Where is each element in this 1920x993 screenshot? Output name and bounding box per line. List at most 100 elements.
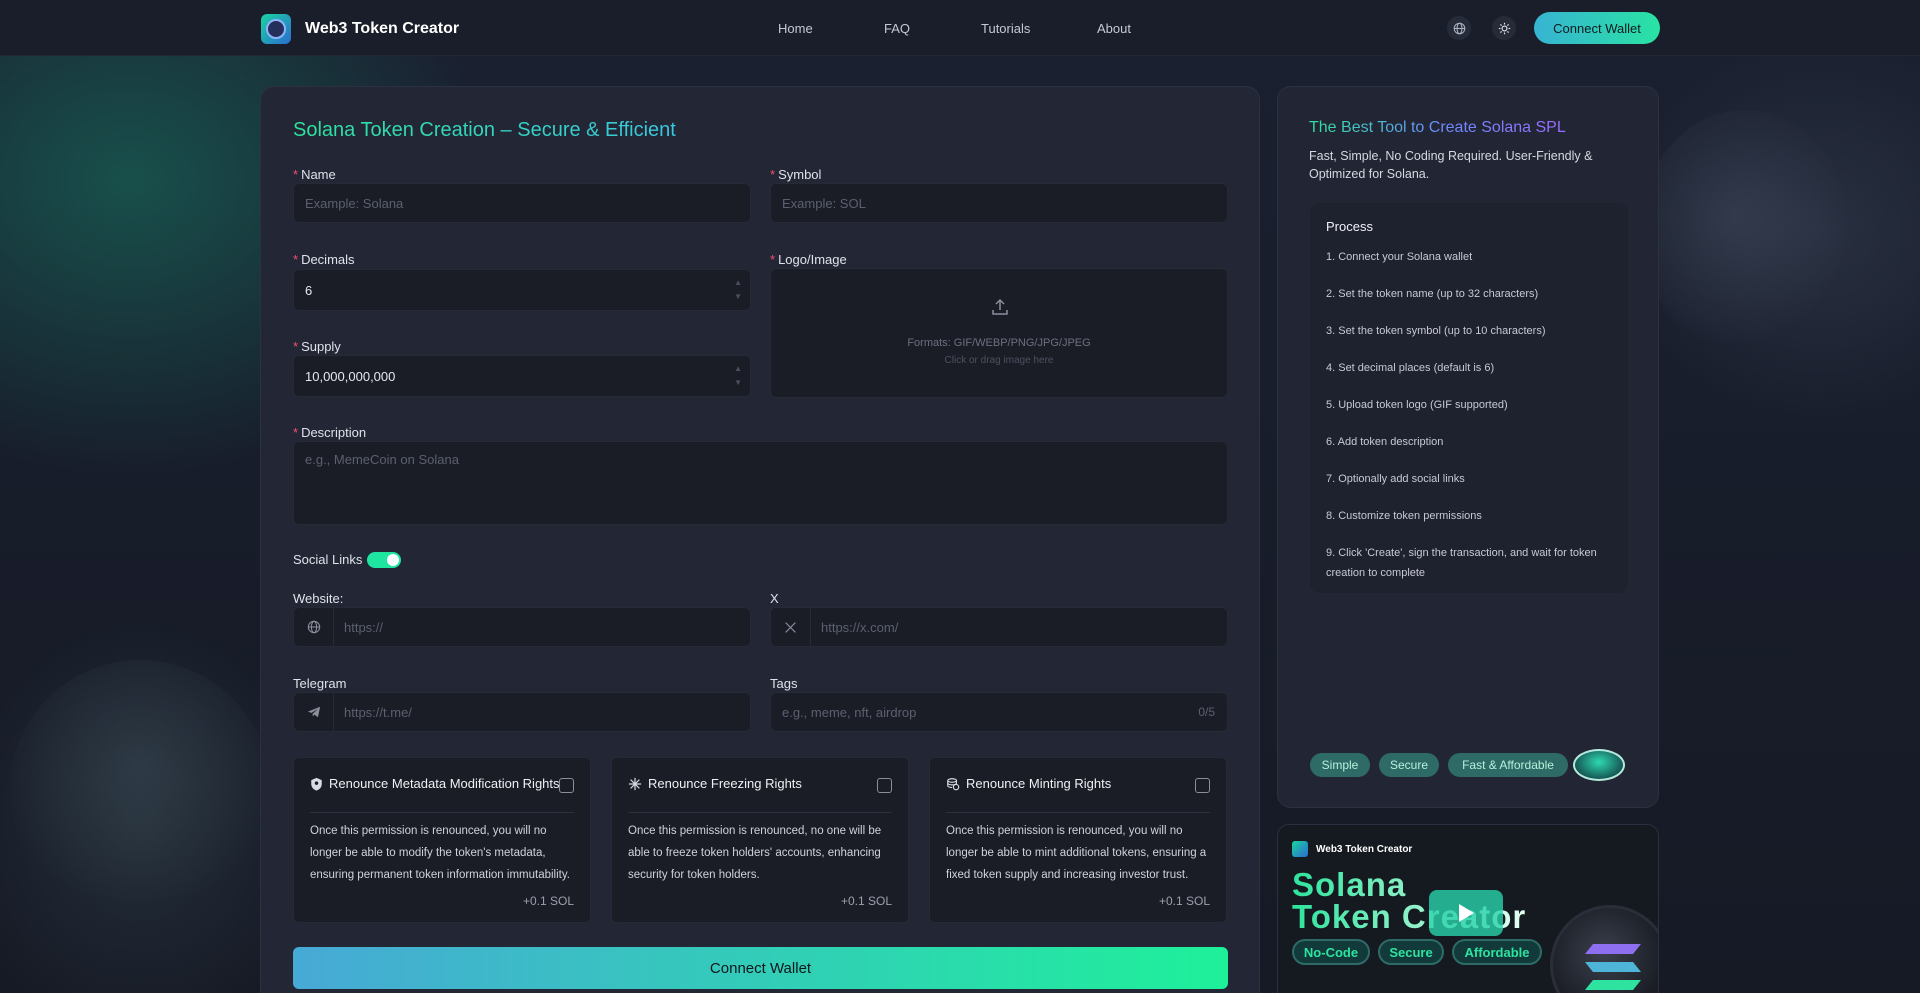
pill-fast-affordable: Fast & Affordable xyxy=(1448,753,1568,777)
telegram-label: Telegram xyxy=(293,676,347,691)
logo-hint: Click or drag image here xyxy=(944,355,1054,366)
process-title: Process xyxy=(1326,219,1373,234)
promo-tag-secure: Secure xyxy=(1378,939,1444,965)
website-input[interactable]: https:// xyxy=(293,607,751,647)
solana-coin-icon xyxy=(1573,749,1625,781)
permission-title: Renounce Minting Rights xyxy=(966,776,1112,791)
telegram-input[interactable]: https://t.me/ xyxy=(293,692,751,732)
tags-counter: 0/5 xyxy=(1198,705,1215,719)
play-button[interactable] xyxy=(1429,890,1503,936)
decor-circle-left xyxy=(10,660,270,920)
permission-title: Renounce Freezing Rights xyxy=(648,776,802,791)
permission-card-minting: Renounce Minting Rights Once this permis… xyxy=(929,757,1227,923)
x-logo-icon xyxy=(785,621,796,633)
process-step: 7. Optionally add social links xyxy=(1326,473,1465,485)
process-step: 6. Add token description xyxy=(1326,436,1444,448)
nav-about[interactable]: About xyxy=(1097,21,1131,36)
promo-tag-nocode: No-Code xyxy=(1292,939,1370,965)
brand-logo-icon xyxy=(1292,841,1308,857)
social-links-toggle[interactable] xyxy=(367,552,401,568)
sun-icon xyxy=(1498,22,1510,34)
coins-icon xyxy=(947,777,960,790)
x-prefix xyxy=(771,607,811,647)
pill-secure: Secure xyxy=(1379,753,1439,777)
website-prefix xyxy=(294,607,334,647)
token-form-panel: Solana Token Creation – Secure & Efficie… xyxy=(260,86,1260,993)
permission-checkbox-metadata[interactable] xyxy=(559,778,574,793)
permission-description: Once this permission is renounced, no on… xyxy=(628,825,882,881)
upload-icon xyxy=(992,298,1008,315)
top-navbar: Web3 Token Creator Home FAQ Tutorials Ab… xyxy=(0,0,1920,56)
process-step: 9. Click 'Create', sign the transaction,… xyxy=(1326,547,1597,579)
permission-checkbox-freezing[interactable] xyxy=(877,778,892,793)
social-links-label: Social Links xyxy=(293,552,363,567)
promo-brand: Web3 Token Creator xyxy=(1292,841,1412,857)
process-step: 3. Set the token symbol (up to 10 charac… xyxy=(1326,325,1546,337)
nav-tutorials[interactable]: Tutorials xyxy=(981,21,1030,36)
brand-name: Web3 Token Creator xyxy=(305,20,460,37)
connect-wallet-button-main[interactable]: Connect Wallet xyxy=(293,947,1228,989)
permission-description: Once this permission is renounced, you w… xyxy=(310,825,570,881)
logo-label: * Logo/Image xyxy=(770,252,847,267)
permission-card-freezing: Renounce Freezing Rights Once this permi… xyxy=(611,757,909,923)
x-label: X xyxy=(770,591,779,606)
x-input[interactable]: https://x.com/ xyxy=(770,607,1228,647)
divider xyxy=(310,812,574,813)
website-label: Website: xyxy=(293,591,344,606)
globe-icon xyxy=(307,620,320,634)
connect-wallet-button-header[interactable]: Connect Wallet xyxy=(1534,12,1660,44)
permission-title: Renounce Metadata Modification Rights xyxy=(329,776,560,791)
permission-checkbox-minting[interactable] xyxy=(1195,778,1210,793)
process-step: 1. Connect your Solana wallet xyxy=(1326,251,1473,263)
snowflake-icon xyxy=(628,777,642,790)
nav-faq[interactable]: FAQ xyxy=(884,21,910,36)
tags-label: Tags xyxy=(770,676,798,691)
info-panel: The Best Tool to Create Solana SPL Fast,… xyxy=(1277,86,1659,808)
telegram-prefix xyxy=(294,692,334,732)
theme-toggle-button[interactable] xyxy=(1492,16,1516,40)
info-subtitle: Fast, Simple, No Coding Required. User-F… xyxy=(1309,149,1593,181)
symbol-input[interactable]: Example: SOL xyxy=(770,183,1228,223)
decor-circle-right xyxy=(1640,110,1850,350)
description-textarea[interactable]: e.g., MemeCoin on Solana xyxy=(293,441,1228,525)
decimals-stepper[interactable]: ▲ ▼ xyxy=(734,276,742,304)
divider xyxy=(946,812,1210,813)
promo-video-card[interactable]: Web3 Token Creator Solana Token Creator … xyxy=(1277,824,1659,993)
logo-upload-dropzone[interactable]: Formats: GIF/WEBP/PNG/JPG/JPEG Click or … xyxy=(770,268,1228,398)
permission-card-metadata: Renounce Metadata Modification Rights On… xyxy=(293,757,591,923)
description-label: * Description xyxy=(293,425,367,440)
permission-fee: +0.1 SOL xyxy=(1158,894,1210,908)
brand[interactable]: Web3 Token Creator xyxy=(261,14,459,44)
process-box: Process 1. Connect your Solana wallet 2.… xyxy=(1310,203,1628,593)
process-steps: 1. Connect your Solana wallet 2. Set the… xyxy=(1326,247,1616,600)
promo-tag-affordable: Affordable xyxy=(1452,939,1542,965)
process-step: 8. Customize token permissions xyxy=(1326,510,1482,522)
play-icon xyxy=(1459,904,1474,922)
divider xyxy=(628,812,892,813)
decimals-label: * Decimals xyxy=(293,252,355,267)
globe-icon xyxy=(1453,22,1465,34)
name-label: * Name xyxy=(293,167,336,182)
process-step: 5. Upload token logo (GIF supported) xyxy=(1326,399,1508,411)
solana-coin-icon xyxy=(1550,905,1658,993)
permission-description: Once this permission is renounced, you w… xyxy=(946,825,1207,881)
supply-label: * Supply xyxy=(293,339,341,354)
info-title: The Best Tool to Create Solana SPL xyxy=(1309,119,1566,136)
decimals-input[interactable]: 6 ▲ ▼ xyxy=(293,269,751,311)
language-button[interactable] xyxy=(1447,16,1471,40)
symbol-label: * Symbol xyxy=(770,167,822,182)
logo-formats: Formats: GIF/WEBP/PNG/JPG/JPEG xyxy=(907,337,1091,349)
permission-fee: +0.1 SOL xyxy=(840,894,892,908)
supply-input[interactable]: 10,000,000,000 ▲ ▼ xyxy=(293,355,751,397)
form-title: Solana Token Creation – Secure & Efficie… xyxy=(293,119,676,141)
permission-fee: +0.1 SOL xyxy=(522,894,574,908)
brand-logo-icon xyxy=(261,14,291,44)
shield-icon xyxy=(311,777,322,791)
telegram-icon xyxy=(307,706,320,718)
tags-input[interactable]: e.g., meme, nft, airdrop 0/5 xyxy=(770,692,1228,732)
process-step: 4. Set decimal places (default is 6) xyxy=(1326,362,1495,374)
process-step: 2. Set the token name (up to 32 characte… xyxy=(1326,288,1539,300)
supply-stepper[interactable]: ▲ ▼ xyxy=(734,362,742,390)
nav-home[interactable]: Home xyxy=(778,21,813,36)
name-input[interactable]: Example: Solana xyxy=(293,183,751,223)
